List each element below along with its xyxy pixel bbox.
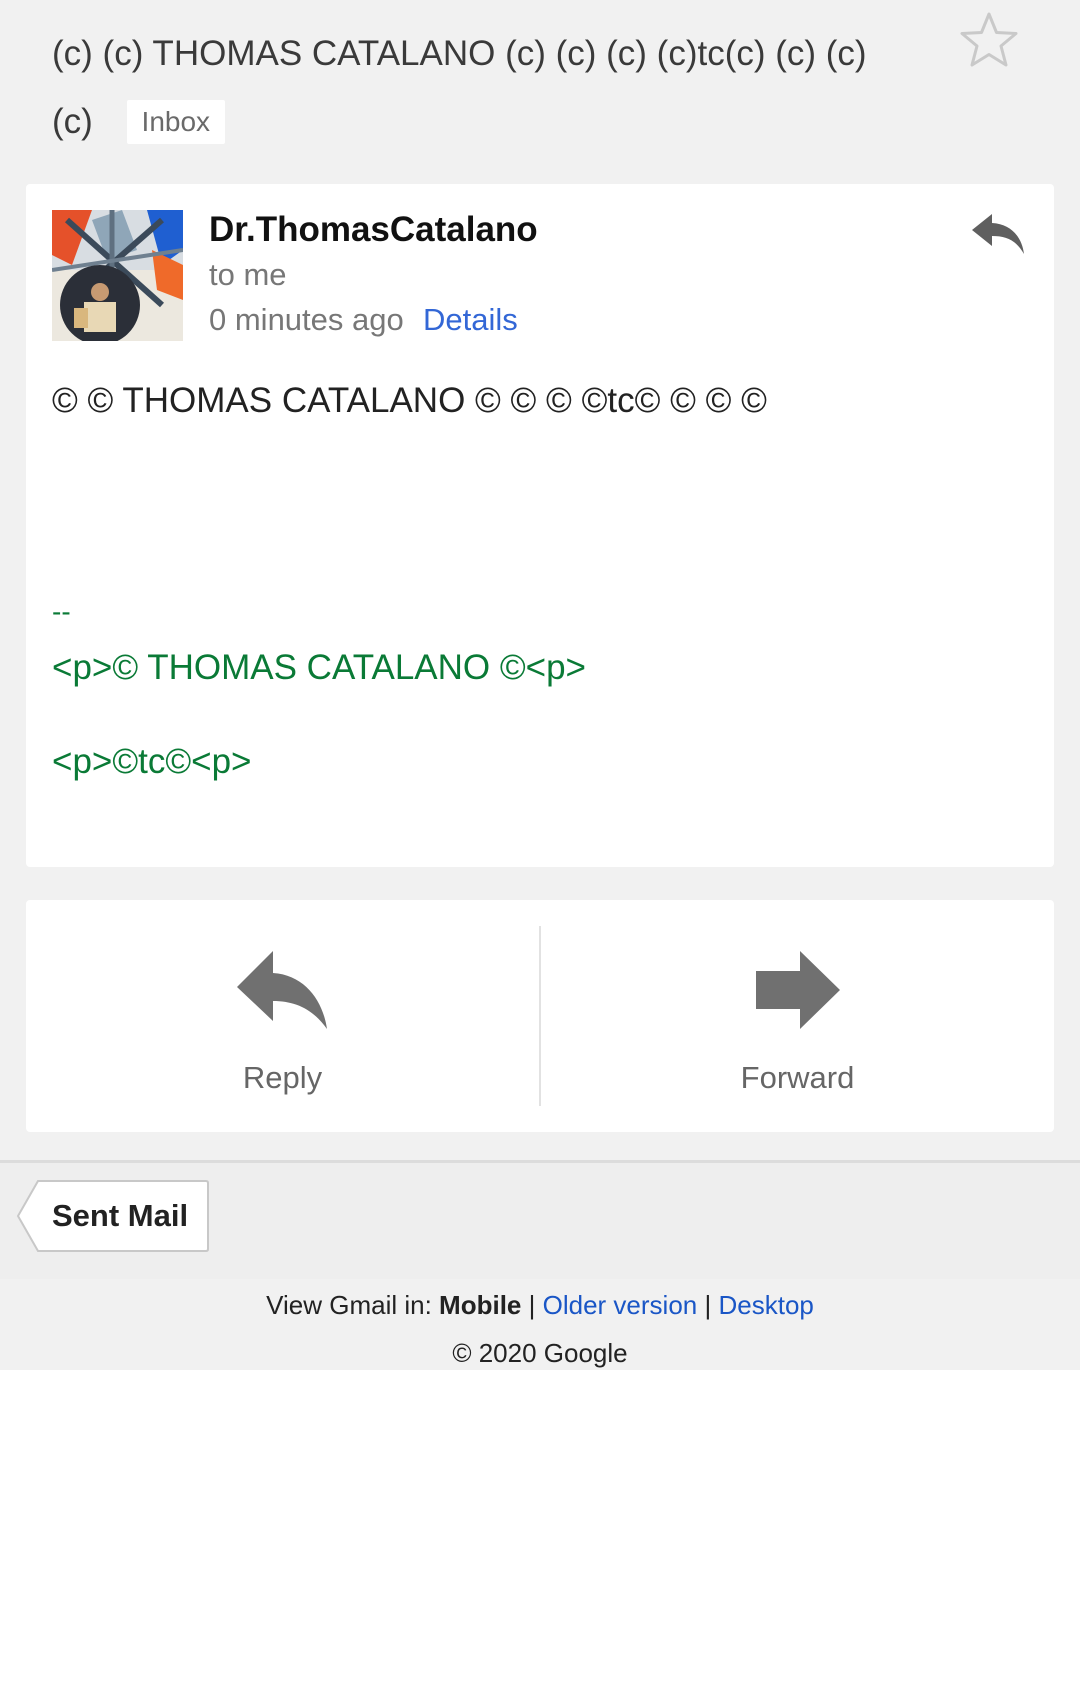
desktop-link[interactable]: Desktop bbox=[718, 1290, 813, 1320]
message-card: Dr.ThomasCatalano to me 0 minutes ago De… bbox=[26, 184, 1054, 867]
copyright-text: © 2020 Google bbox=[452, 1338, 628, 1368]
forward-arrow-icon bbox=[755, 951, 840, 1029]
older-version-link[interactable]: Older version bbox=[543, 1290, 698, 1320]
message-timestamp: 0 minutes ago bbox=[209, 302, 404, 337]
forward-button[interactable]: Forward bbox=[541, 900, 1054, 1132]
signature-separator: -- bbox=[52, 596, 71, 627]
sender-name[interactable]: Dr.ThomasCatalano bbox=[209, 210, 538, 250]
inbox-label-badge[interactable]: Inbox bbox=[126, 100, 226, 144]
reply-arrow-icon bbox=[236, 951, 327, 1029]
star-icon[interactable] bbox=[958, 10, 1020, 72]
reply-button-label: Reply bbox=[242, 1060, 323, 1095]
view-gmail-prefix: View Gmail in: bbox=[266, 1290, 432, 1320]
sent-mail-label: Sent Mail bbox=[52, 1198, 189, 1233]
conversation-view: (c) (c) THOMAS CATALANO (c) (c) (c) (c)t… bbox=[0, 0, 1080, 1370]
action-bar: Reply Forward bbox=[26, 900, 1054, 1132]
sender-avatar[interactable] bbox=[52, 210, 183, 341]
signature-line-2: <p>©tc©<p> bbox=[52, 742, 252, 781]
bottom-navigation-strip: Sent Mail bbox=[0, 1160, 1080, 1279]
forward-button-label: Forward bbox=[740, 1060, 855, 1095]
footer-view-links: View Gmail in: Mobile | Older version | … bbox=[0, 1290, 1080, 1321]
message-body-text: © © THOMAS CATALANO © © © ©tc© © © © bbox=[52, 381, 767, 420]
mobile-view-label: Mobile bbox=[439, 1290, 522, 1320]
reply-button[interactable]: Reply bbox=[26, 900, 539, 1132]
details-link[interactable]: Details bbox=[423, 302, 518, 338]
footer-separator: | bbox=[704, 1290, 712, 1320]
reply-icon[interactable] bbox=[970, 210, 1026, 260]
signature-line-1: <p>© THOMAS CATALANO ©<p> bbox=[52, 648, 586, 687]
avatar-image bbox=[52, 210, 183, 341]
recipient-text: to me bbox=[209, 257, 287, 292]
footer-separator: | bbox=[528, 1290, 536, 1320]
subject-header: (c) (c) THOMAS CATALANO (c) (c) (c) (c)t… bbox=[52, 20, 912, 156]
